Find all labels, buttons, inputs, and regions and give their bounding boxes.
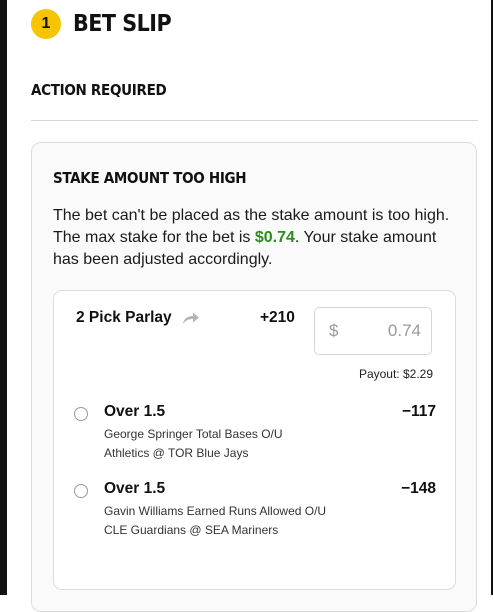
leg-market: Gavin Williams Earned Runs Allowed O/U bbox=[104, 504, 327, 518]
leg-market: George Springer Total Bases O/U bbox=[104, 427, 283, 441]
parlay-odds: +210 bbox=[260, 309, 295, 326]
stake-value: 0.74 bbox=[387, 321, 421, 340]
leg-selection: Over 1.5 bbox=[104, 403, 166, 420]
stake-input[interactable]: $ 0.74 bbox=[314, 307, 432, 355]
bet-slip-title: BET SLIP bbox=[73, 11, 172, 37]
leg-radio-button[interactable] bbox=[74, 407, 88, 421]
alert-message: The bet can't be placed as the stake amo… bbox=[53, 205, 463, 271]
section-divider bbox=[31, 120, 478, 121]
action-required-heading: ACTION REQUIRED bbox=[31, 81, 167, 99]
max-stake-value: $0.74 bbox=[254, 229, 295, 246]
leg-radio-button[interactable] bbox=[74, 484, 88, 498]
payout-text: Payout: $2.29 bbox=[358, 367, 433, 381]
alert-title: STAKE AMOUNT TOO HIGH bbox=[53, 169, 247, 187]
parlay-card: 2 Pick Parlay +210 $ 0.74 Payout: $2.29 … bbox=[53, 290, 456, 590]
leg-odds: −117 bbox=[401, 403, 436, 420]
leg-selection: Over 1.5 bbox=[104, 480, 166, 497]
share-arrow-icon[interactable] bbox=[182, 311, 200, 325]
bet-count-badge: 1 bbox=[31, 9, 61, 39]
left-frame-border bbox=[0, 0, 7, 595]
bet-slip-header[interactable]: 1 BET SLIP bbox=[31, 8, 172, 40]
leg-event: CLE Guardians @ SEA Mariners bbox=[104, 523, 279, 537]
leg-event: Athletics @ TOR Blue Jays bbox=[104, 446, 249, 460]
stake-currency-symbol: $ bbox=[329, 321, 339, 340]
parlay-header: 2 Pick Parlay bbox=[76, 309, 200, 327]
stake-alert-card: STAKE AMOUNT TOO HIGH The bet can't be p… bbox=[31, 142, 477, 612]
leg-odds: −148 bbox=[401, 480, 436, 497]
parlay-label: 2 Pick Parlay bbox=[76, 309, 172, 326]
